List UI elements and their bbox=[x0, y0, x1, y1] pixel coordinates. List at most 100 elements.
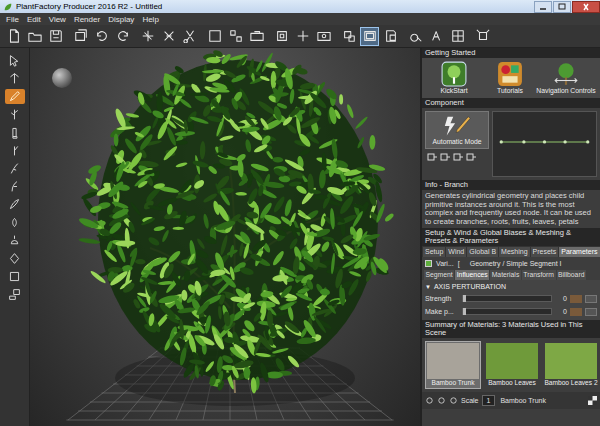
getting-started-item[interactable]: KickStart bbox=[428, 61, 480, 95]
3d-viewport[interactable] bbox=[30, 48, 420, 426]
scale-input[interactable]: 1 bbox=[482, 395, 496, 406]
toolbar-button[interactable] bbox=[92, 27, 111, 46]
sub-tab[interactable]: Transform bbox=[522, 270, 556, 280]
toolbar-button[interactable] bbox=[71, 27, 90, 46]
parameter-tabs: SegmentInfluencesMaterialsTransformBillb… bbox=[422, 270, 600, 280]
toolbar-button[interactable] bbox=[180, 27, 199, 46]
toolbar-button[interactable] bbox=[46, 27, 65, 46]
parameter-value[interactable]: 0 bbox=[555, 295, 567, 302]
palette-tool[interactable] bbox=[5, 269, 25, 284]
action-icon[interactable] bbox=[453, 152, 463, 162]
scene-render bbox=[30, 48, 420, 426]
palette-tool[interactable] bbox=[5, 53, 25, 68]
toolbar-button[interactable] bbox=[448, 27, 467, 46]
menu-item[interactable]: Display bbox=[108, 14, 134, 25]
toolbar-button[interactable] bbox=[247, 27, 266, 46]
palette-tool[interactable] bbox=[5, 161, 25, 176]
maximize-icon bbox=[557, 3, 567, 11]
menu-item[interactable]: Edit bbox=[27, 14, 41, 25]
palette-tool[interactable] bbox=[5, 125, 25, 140]
tab[interactable]: Setup bbox=[423, 247, 445, 257]
checker-icon[interactable] bbox=[588, 396, 597, 405]
tab[interactable]: Presets bbox=[531, 247, 559, 257]
palette-tool[interactable] bbox=[5, 71, 25, 86]
tree-canopy[interactable] bbox=[78, 49, 395, 394]
action-icon[interactable] bbox=[466, 152, 476, 162]
palette-tool[interactable] bbox=[5, 287, 25, 302]
material-tool-icon[interactable] bbox=[449, 396, 458, 405]
material-thumbnail[interactable]: Bamboo Trunk bbox=[425, 341, 481, 389]
palette-tool[interactable] bbox=[5, 215, 25, 230]
toolbar-button[interactable] bbox=[339, 27, 358, 46]
menu-item[interactable]: File bbox=[6, 14, 19, 25]
toolbar-button[interactable] bbox=[473, 27, 492, 46]
light-sphere-icon[interactable] bbox=[52, 68, 72, 88]
palette-tool[interactable] bbox=[5, 233, 25, 248]
toolbar-button[interactable] bbox=[360, 27, 379, 46]
mode-tile[interactable]: Automatic Mode bbox=[425, 111, 489, 149]
action-icon[interactable] bbox=[427, 152, 437, 162]
parameter-slider[interactable] bbox=[462, 308, 552, 315]
node-color-swatch[interactable] bbox=[425, 260, 432, 267]
tab[interactable]: Parameters bbox=[559, 247, 599, 257]
section-toggle[interactable]: ▼AXIS PERTURBATION bbox=[425, 282, 597, 292]
menu-item[interactable]: Help bbox=[142, 14, 158, 25]
palette-tool[interactable] bbox=[5, 89, 25, 104]
tool-icon bbox=[409, 29, 423, 43]
toolbar-button[interactable] bbox=[406, 27, 425, 46]
toolbar-button[interactable] bbox=[293, 27, 312, 46]
component-mode[interactable]: Automatic Mode bbox=[425, 111, 489, 177]
parameter-slider[interactable] bbox=[462, 295, 552, 302]
parameter-label: Make p... bbox=[425, 308, 459, 315]
material-thumbnail[interactable]: Bamboo Leaves bbox=[484, 341, 540, 389]
toolbar-button[interactable] bbox=[272, 27, 291, 46]
expand-toggle[interactable]: ▼ bbox=[425, 282, 431, 292]
toolbar-button[interactable] bbox=[226, 27, 245, 46]
getting-started-label: Navigation Controls bbox=[536, 87, 595, 95]
toolbar-button[interactable] bbox=[314, 27, 333, 46]
toolbar-button[interactable] bbox=[113, 27, 132, 46]
palette-tool[interactable] bbox=[5, 251, 25, 266]
menu-item[interactable]: View bbox=[49, 14, 66, 25]
sub-tab[interactable]: Materials bbox=[490, 270, 521, 280]
getting-started-item[interactable]: Tutorials bbox=[484, 61, 536, 95]
toolbar-button[interactable] bbox=[4, 27, 23, 46]
toolbar-button[interactable] bbox=[138, 27, 157, 46]
tab[interactable]: Global B bbox=[467, 247, 498, 257]
node-graph[interactable] bbox=[492, 111, 597, 177]
toolbar-button[interactable] bbox=[159, 27, 178, 46]
action-icon[interactable] bbox=[440, 152, 450, 162]
slider-thumb[interactable] bbox=[463, 295, 466, 302]
toolbar-button[interactable] bbox=[381, 27, 400, 46]
material-tool-icon[interactable] bbox=[437, 396, 446, 405]
parameter-value[interactable]: 0 bbox=[555, 308, 567, 315]
toolbar-button[interactable] bbox=[205, 27, 224, 46]
minimize-button[interactable] bbox=[534, 1, 552, 13]
mode-label: Automatic Mode bbox=[432, 138, 481, 146]
keyframe-box[interactable] bbox=[570, 295, 582, 303]
sub-tab[interactable]: Influences bbox=[455, 270, 489, 280]
app-leaf-icon bbox=[3, 2, 13, 12]
slider-thumb[interactable] bbox=[463, 308, 466, 315]
palette-tool[interactable] bbox=[5, 179, 25, 194]
getting-started-item[interactable]: Navigation Controls bbox=[540, 61, 592, 95]
tool-icon bbox=[342, 29, 356, 43]
link-box[interactable] bbox=[585, 308, 597, 316]
link-box[interactable] bbox=[585, 295, 597, 303]
menu-item[interactable]: Render bbox=[74, 14, 100, 25]
material-tool-icon[interactable] bbox=[425, 396, 434, 405]
palette-tool[interactable] bbox=[5, 143, 25, 158]
toolbar-button[interactable] bbox=[427, 27, 446, 46]
sub-tab[interactable]: Billboard bbox=[557, 270, 586, 280]
maximize-button[interactable] bbox=[553, 1, 571, 13]
keyframe-box[interactable] bbox=[570, 308, 582, 316]
close-button[interactable] bbox=[572, 1, 600, 13]
material-thumbnail[interactable]: Bamboo Leaves 2 bbox=[543, 341, 599, 389]
tool-icon bbox=[8, 270, 21, 283]
palette-tool[interactable] bbox=[5, 197, 25, 212]
tab[interactable]: Meshing bbox=[499, 247, 529, 257]
tab[interactable]: Wind bbox=[446, 247, 466, 257]
sub-tab[interactable]: Segment bbox=[424, 270, 454, 280]
palette-tool[interactable] bbox=[5, 107, 25, 122]
toolbar-button[interactable] bbox=[25, 27, 44, 46]
